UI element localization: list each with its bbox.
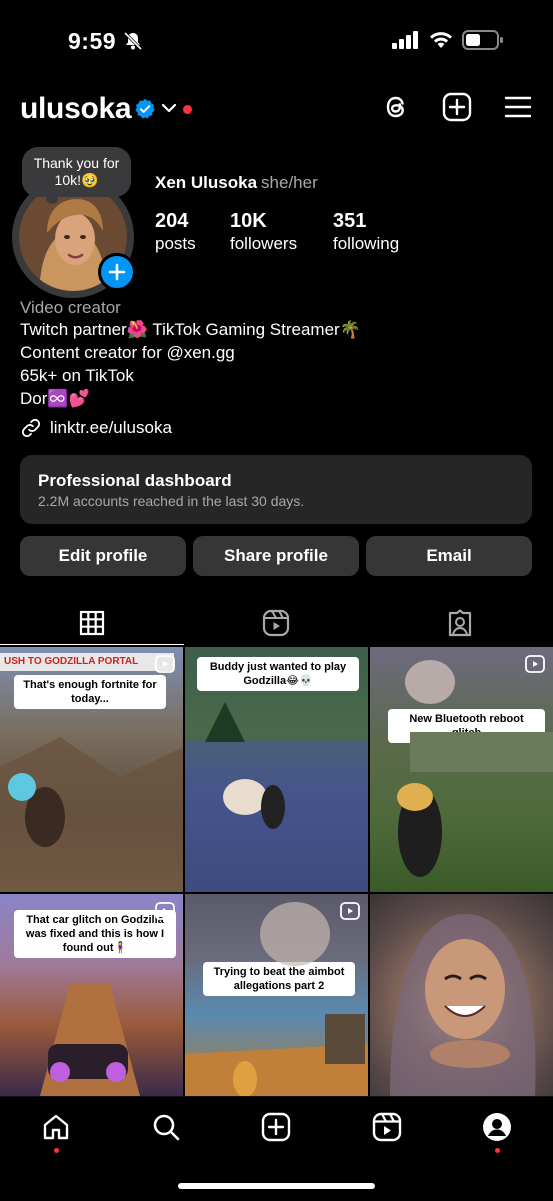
add-story-button[interactable] bbox=[98, 253, 136, 291]
bio-line: Content creator for @xen.gg bbox=[20, 343, 235, 362]
post-thumbnail[interactable]: New Bluetooth reboot glitch bbox=[370, 647, 553, 892]
gameplay-scene-icon bbox=[185, 702, 368, 892]
followers-label[interactable]: followers bbox=[230, 234, 297, 254]
edit-profile-button[interactable]: Edit profile bbox=[20, 536, 186, 576]
post-thumbnail[interactable]: USH TO GODZILLA PORTAL That's enough for… bbox=[0, 647, 183, 892]
active-tab-indicator bbox=[0, 644, 184, 645]
threads-icon[interactable] bbox=[382, 92, 412, 122]
status-time: 9:59 bbox=[68, 28, 117, 54]
reels-icon bbox=[262, 609, 290, 636]
tagged-person-icon bbox=[448, 608, 472, 636]
profile-full-name: Xen Ulusoka she/her bbox=[155, 173, 318, 193]
home-notification-dot bbox=[54, 1148, 59, 1153]
profile-nav-icon[interactable] bbox=[482, 1112, 512, 1142]
professional-dashboard-card[interactable]: Professional dashboard 2.2M accounts rea… bbox=[20, 455, 532, 524]
dashboard-subtitle: 2.2M accounts reached in the last 30 day… bbox=[38, 493, 305, 509]
home-indicator bbox=[178, 1183, 375, 1189]
tab-tagged[interactable] bbox=[368, 600, 552, 645]
profile-notification-dot bbox=[495, 1148, 500, 1153]
gameplay-scene-icon bbox=[185, 902, 368, 1096]
followers-count[interactable]: 10K bbox=[230, 210, 267, 233]
bio-line: Twitch partner🌺 TikTok Gaming Streamer🌴 bbox=[20, 320, 361, 339]
plus-icon bbox=[108, 263, 126, 281]
posts-label[interactable]: posts bbox=[155, 234, 196, 254]
gameplay-scene-icon bbox=[40, 984, 140, 1096]
bio-link[interactable]: linktr.ee/ulusoka bbox=[20, 417, 172, 439]
full-name-text: Xen Ulusoka bbox=[155, 173, 258, 192]
cellular-signal-icon bbox=[392, 31, 418, 49]
tab-posts-grid[interactable] bbox=[0, 600, 184, 645]
post-thumbnail[interactable] bbox=[370, 894, 553, 1096]
selfie-portrait-icon bbox=[390, 914, 536, 1096]
notification-dot bbox=[183, 105, 192, 114]
create-icon[interactable] bbox=[261, 1112, 291, 1142]
home-icon[interactable] bbox=[41, 1112, 71, 1142]
post-thumbnail[interactable]: That car glitch on Godzilla was fixed an… bbox=[0, 894, 183, 1096]
gameplay-scene-icon bbox=[397, 660, 553, 877]
bio-line: 65k+ on TikTok bbox=[20, 366, 134, 385]
post-thumbnail[interactable]: Buddy just wanted to play Godzilla😂💀 bbox=[185, 647, 368, 892]
post-thumbnail[interactable]: Trying to beat the aimbot allegations pa… bbox=[185, 894, 368, 1096]
profile-username[interactable]: ulusoka bbox=[20, 92, 132, 126]
posts-count[interactable]: 204 bbox=[155, 210, 188, 233]
chevron-down-icon[interactable] bbox=[161, 102, 177, 114]
reels-nav-icon[interactable] bbox=[372, 1112, 402, 1142]
verified-badge-icon bbox=[135, 98, 155, 119]
bell-slash-icon bbox=[123, 31, 143, 51]
battery-icon bbox=[462, 30, 503, 50]
gameplay-scene-icon bbox=[0, 737, 183, 892]
following-label[interactable]: following bbox=[333, 234, 399, 254]
link-text: linktr.ee/ulusoka bbox=[50, 418, 172, 437]
bio-line: Dor♾️💕 bbox=[20, 389, 90, 408]
tab-reels[interactable] bbox=[184, 600, 368, 645]
share-profile-button[interactable]: Share profile bbox=[193, 536, 359, 576]
menu-icon[interactable] bbox=[503, 92, 533, 122]
grid-icon bbox=[79, 610, 105, 635]
pronouns: she/her bbox=[261, 173, 318, 192]
wifi-icon bbox=[430, 32, 452, 48]
following-count[interactable]: 351 bbox=[333, 210, 366, 233]
create-post-icon[interactable] bbox=[442, 92, 472, 122]
bio-category: Video creator bbox=[20, 298, 121, 317]
dashboard-title: Professional dashboard bbox=[38, 471, 232, 490]
profile-note-bubble[interactable]: Thank you for 10k!🥹 bbox=[22, 147, 131, 204]
link-icon bbox=[21, 418, 41, 438]
email-button[interactable]: Email bbox=[366, 536, 532, 576]
search-icon[interactable] bbox=[151, 1112, 181, 1142]
